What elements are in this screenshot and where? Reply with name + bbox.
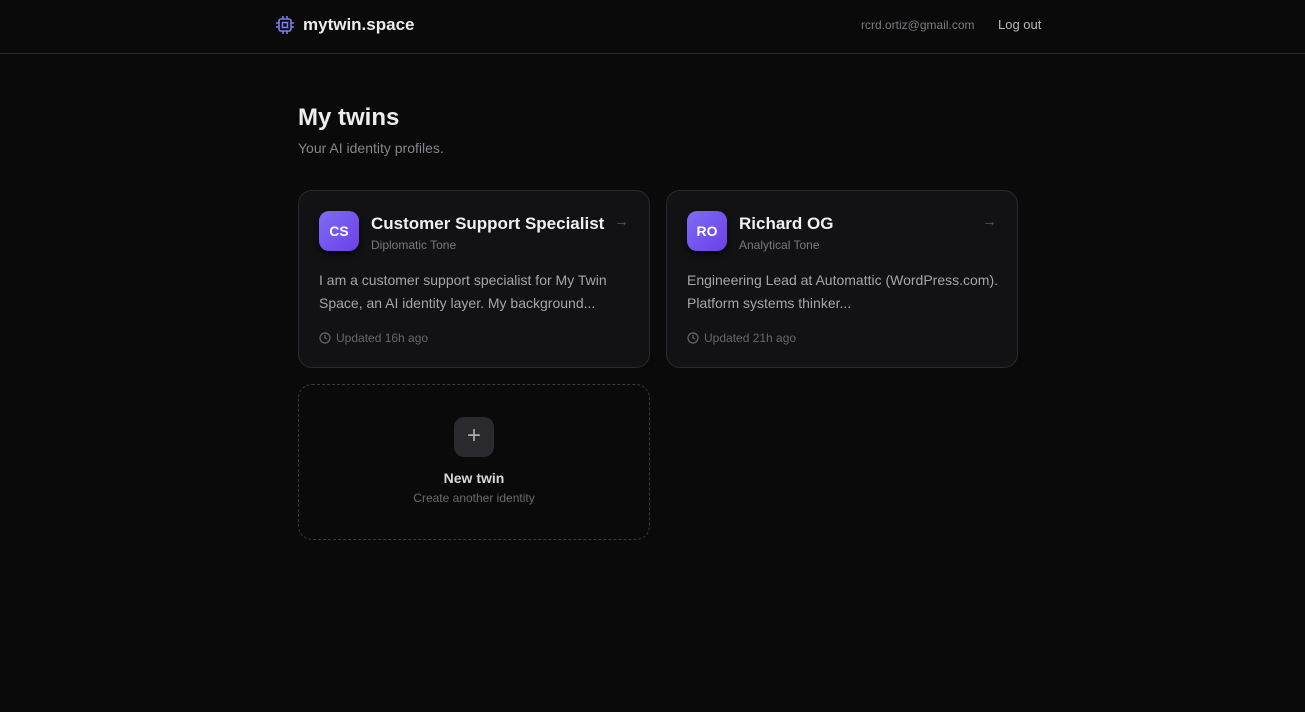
twin-description: Engineering Lead at Automattic (WordPres…: [687, 269, 1002, 315]
clock-icon: [319, 332, 331, 344]
updated-time: Updated 21h ago: [704, 331, 796, 345]
new-twin-subtitle: Create another identity: [299, 491, 649, 505]
twin-card[interactable]: RO Richard OG Analytical Tone → Engineer…: [666, 190, 1018, 368]
clock-icon: [687, 332, 699, 344]
new-twin-title: New twin: [299, 470, 649, 486]
plus-icon: +: [454, 417, 494, 457]
brand-logo[interactable]: mytwin.space: [275, 15, 415, 35]
twin-name: Customer Support Specialist: [371, 214, 604, 234]
twin-tone: Diplomatic Tone: [371, 238, 456, 252]
twin-tone: Analytical Tone: [739, 238, 820, 252]
brand-name: mytwin.space: [303, 15, 415, 35]
updated-time: Updated 16h ago: [336, 331, 428, 345]
logout-button[interactable]: Log out: [998, 17, 1041, 32]
twin-description: I am a customer support specialist for M…: [319, 269, 634, 315]
arrow-right-icon: →: [982, 213, 997, 230]
avatar: CS: [319, 211, 359, 251]
user-email: rcrd.ortiz@gmail.com: [861, 18, 975, 32]
header: mytwin.space rcrd.ortiz@gmail.com Log ou…: [0, 0, 1305, 54]
twin-name: Richard OG: [739, 214, 833, 234]
twin-card[interactable]: CS Customer Support Specialist Diplomati…: [298, 190, 650, 368]
arrow-right-icon: →: [614, 213, 629, 230]
page-subtitle: Your AI identity profiles.: [298, 140, 444, 156]
page-title: My twins: [298, 104, 399, 132]
avatar: RO: [687, 211, 727, 251]
chip-icon: [275, 15, 295, 35]
new-twin-button[interactable]: + New twin Create another identity: [298, 384, 650, 540]
